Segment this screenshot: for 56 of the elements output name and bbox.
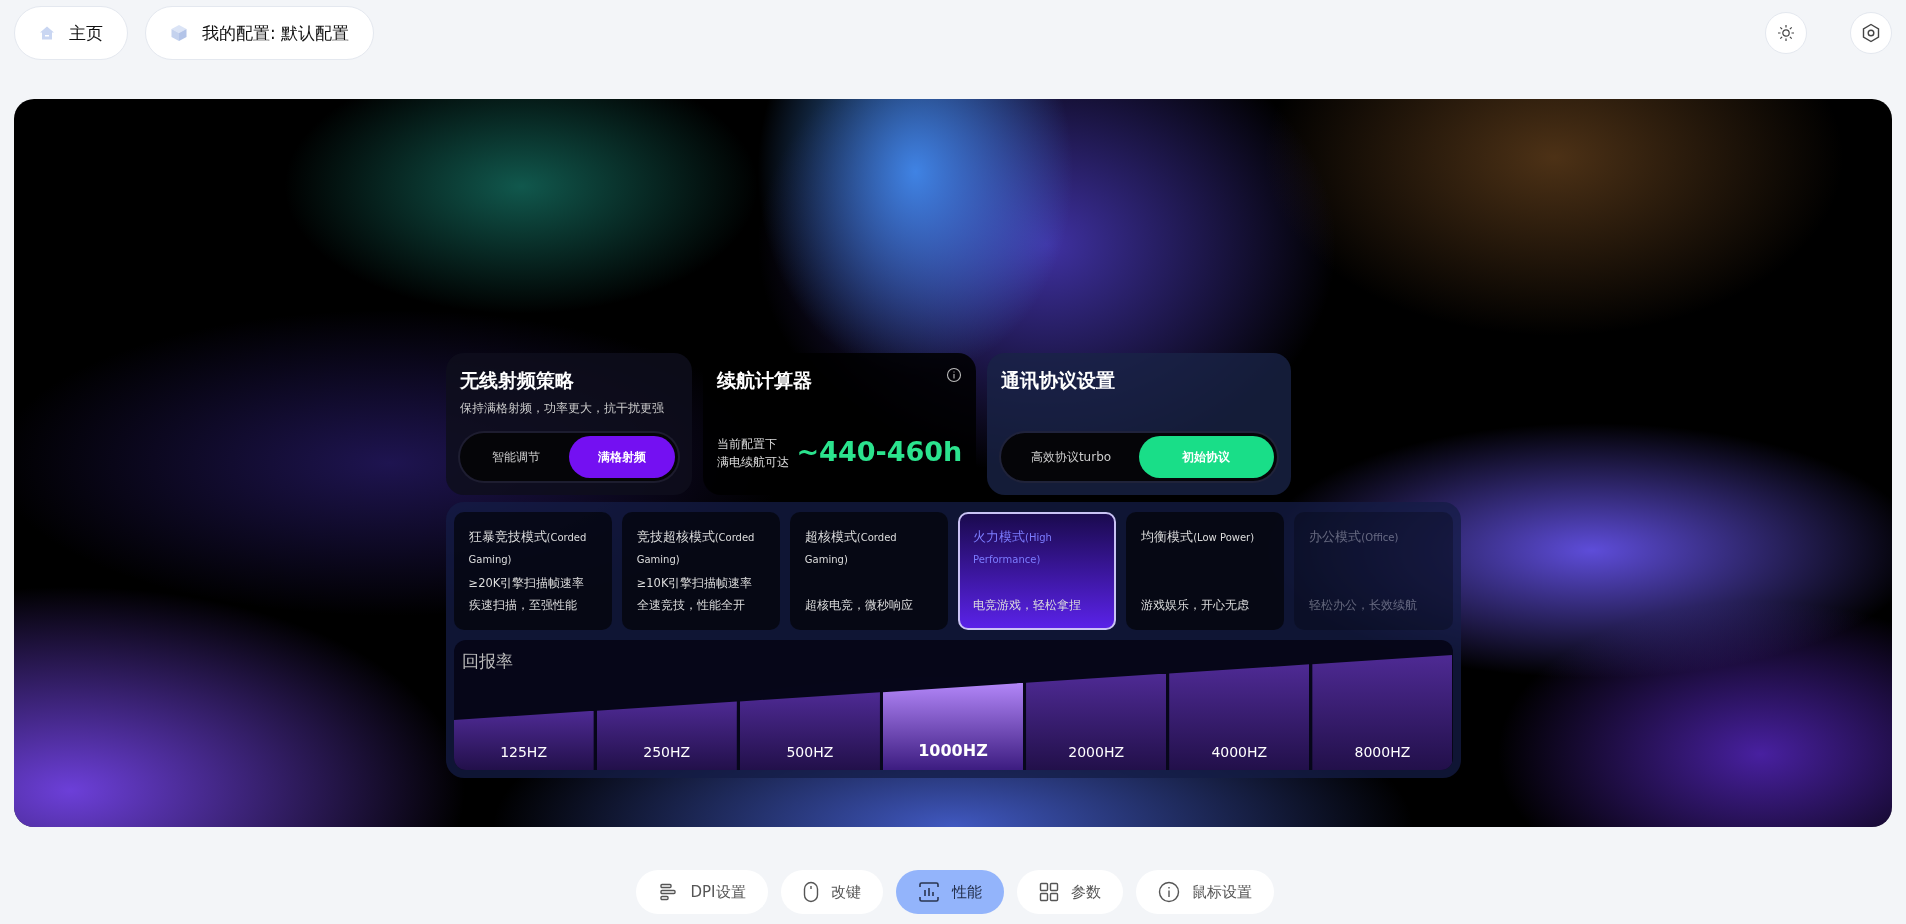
- card-title: 通讯协议设置: [1000, 368, 1115, 393]
- brightness-button[interactable]: [1765, 12, 1807, 54]
- mode-card[interactable]: 超核模式(Corded Gaming) 超核电竞，微秒响应: [789, 512, 948, 630]
- settings-button[interactable]: [1850, 12, 1892, 54]
- home-icon: [39, 25, 55, 41]
- mode-description: 轻松办公，长效续航: [1309, 597, 1419, 614]
- mode-description: ≥20K引擎扫描帧速率: [468, 575, 586, 592]
- polling-rate-option[interactable]: 250HZ: [596, 701, 737, 770]
- polling-rate-option[interactable]: 4000HZ: [1169, 664, 1310, 770]
- profile-button[interactable]: 我的配置: 默认配置: [145, 6, 375, 60]
- chart-icon: [917, 881, 940, 903]
- mode-description: 全速竞技，性能全开: [636, 597, 746, 614]
- mode-title: 均衡模式(Low Power): [1141, 528, 1256, 546]
- toggle-option[interactable]: 满格射频: [568, 436, 675, 478]
- mode-description: ≥10K引擎扫描帧速率: [636, 575, 754, 592]
- polling-rate-option[interactable]: 8000HZ: [1312, 655, 1453, 770]
- mode-description: 电竞游戏，轻松拿捏: [973, 597, 1082, 614]
- mode-title: 办公模式(Office): [1309, 528, 1400, 546]
- mode-card[interactable]: 均衡模式(Low Power) 游戏娱乐，开心无虑: [1126, 512, 1285, 630]
- mode-description: 超核电竞，微秒响应: [804, 597, 914, 614]
- polling-rate-title: 回报率: [461, 650, 513, 673]
- battery-estimate: ~440-460h: [796, 435, 963, 469]
- mode-description: 游戏娱乐，开心无虑: [1141, 597, 1251, 614]
- card-description: 保持满格射频，功率更大，抗干扰更强: [459, 401, 665, 416]
- mode-description: 疾速扫描，至强性能: [468, 597, 578, 614]
- brightness-icon: [1777, 24, 1795, 42]
- mode-title: 超核模式(Corded Gaming): [804, 528, 898, 567]
- polling-rate-option[interactable]: 1000HZ: [882, 682, 1024, 770]
- mouse-icon: [802, 881, 819, 903]
- mode-title: 火力模式(High Performance): [973, 528, 1053, 567]
- toggle-option[interactable]: 智能调节: [462, 436, 569, 478]
- toggle-option[interactable]: 高效协议turbo: [1003, 436, 1139, 478]
- nav-tab[interactable]: 性能: [895, 870, 1004, 914]
- mode-title: 竞技超核模式(Corded Gaming): [636, 528, 756, 567]
- battery-caption: 满电续航可达: [716, 454, 789, 471]
- grid-icon: [1038, 882, 1059, 902]
- mode-title: 狂暴竞技模式(Corded Gaming): [468, 528, 588, 567]
- battery-caption: 当前配置下: [716, 436, 778, 453]
- settings-icon: [1861, 23, 1881, 43]
- home-button[interactable]: 主页: [14, 6, 128, 60]
- cube-icon: [170, 24, 188, 42]
- nav-tab[interactable]: 改键: [780, 870, 883, 914]
- polling-rate-option[interactable]: 500HZ: [739, 692, 880, 770]
- mode-card[interactable]: 竞技超核模式(Corded Gaming) ≥10K引擎扫描帧速率 全速竞技，性能全开: [621, 512, 780, 630]
- info-icon: [1157, 881, 1180, 903]
- card-title: 续航计算器: [716, 368, 812, 393]
- nav-tab[interactable]: DPI设置: [636, 870, 768, 914]
- mode-card[interactable]: 狂暴竞技模式(Corded Gaming) ≥20K引擎扫描帧速率 疾速扫描，至强性能: [453, 512, 612, 630]
- info-icon[interactable]: [945, 367, 962, 383]
- mode-card[interactable]: 火力模式(High Performance) 电竞游戏，轻松拿捏: [958, 512, 1117, 630]
- lines-icon: [658, 882, 679, 902]
- nav-tab[interactable]: 鼠标设置: [1135, 870, 1274, 914]
- nav-tab[interactable]: 参数: [1016, 870, 1123, 914]
- polling-rate-option[interactable]: 2000HZ: [1026, 673, 1167, 770]
- polling-rate-option[interactable]: 125HZ: [453, 710, 594, 770]
- card-title: 无线射频策略: [459, 368, 574, 393]
